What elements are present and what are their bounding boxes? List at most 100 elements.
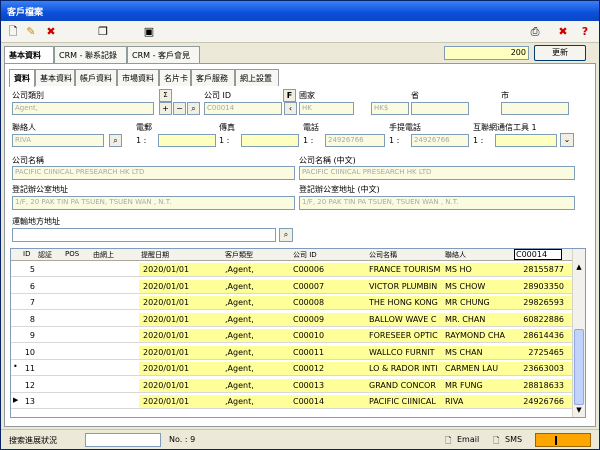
print-icon[interactable]: ⎙	[527, 24, 543, 40]
grid-scrollbar[interactable]: ▲ ▼	[572, 249, 585, 417]
progress-select[interactable]	[85, 433, 161, 447]
col-cert[interactable]: 認証	[38, 250, 52, 260]
delete-icon[interactable]: ✖	[43, 24, 59, 40]
company-name-cn-label: 公司名稱 (中文)	[299, 156, 356, 165]
email-button[interactable]: Email	[457, 435, 479, 444]
table-row[interactable]: 8 2020/01/01 ,Agent, C00009 BALLOW WAVE C MR.…	[11, 312, 573, 327]
subtab-namecard[interactable]: 名片卡	[159, 69, 191, 86]
customer-file-window: 客戶檔案 🗋 ✎ ✖ ❐ ▣ ⎙ ✖ ? 基本資料 CRM - 聯系記錄 CRM…	[0, 0, 600, 450]
cell-company-name: GRAND CONCOR	[369, 380, 436, 390]
col-company-id[interactable]: 公司 ID	[293, 250, 317, 260]
subtab-account[interactable]: 帳戶資料	[75, 69, 117, 86]
company-name-cn-field[interactable]: PACIFIC CIINICAL PRESEARCH HK LTD	[299, 166, 575, 180]
phone-field[interactable]: 24926766	[325, 134, 385, 147]
add-button[interactable]: +	[159, 102, 172, 115]
edit-icon[interactable]: ✎	[23, 24, 39, 40]
close-icon[interactable]: ✖	[555, 24, 571, 40]
scroll-down-icon[interactable]: ▼	[573, 406, 585, 415]
col-pos[interactable]: POS	[65, 250, 79, 258]
contact-search-icon[interactable]: ⌕	[109, 134, 122, 147]
subtab-service[interactable]: 客戶服務	[191, 69, 235, 86]
cell-company-id: C00014	[293, 397, 325, 406]
new-icon[interactable]: 🗋	[5, 24, 21, 40]
sigma-button[interactable]: Σ	[159, 89, 172, 102]
ship-addr-search-icon[interactable]: ⌕	[279, 228, 293, 242]
sms-icon[interactable]: 🗋	[493, 435, 499, 449]
update-button[interactable]: 更新	[534, 45, 586, 61]
cell-company-id: C00008	[293, 298, 325, 307]
table-row[interactable]: 10 2020/01/01 ,Agent, C00011 WALLCO FURNIT MS…	[11, 345, 573, 360]
cell-type: ,Agent,	[225, 364, 254, 373]
cell-id: 9	[29, 331, 35, 340]
table-row[interactable]: 6 2020/01/01 ,Agent, C00007 VICTOR PLUMBIN MS…	[11, 279, 573, 294]
subtab-market[interactable]: 市場資料	[117, 69, 159, 86]
cell-contact: MS HO	[445, 265, 472, 274]
table-row[interactable]: 7 2020/01/01 ,Agent, C00008 THE HONG KONG MR …	[11, 296, 573, 310]
subtab-basic[interactable]: 基本資料	[35, 69, 75, 86]
im-field[interactable]	[495, 134, 557, 147]
subtab-online[interactable]: 網上設置	[235, 69, 279, 86]
city-select[interactable]	[501, 102, 569, 115]
email-field[interactable]	[158, 134, 216, 147]
country-label: 國家	[299, 91, 315, 100]
progress-label: 搜索進展狀況	[9, 436, 57, 445]
col-company-name[interactable]: 公司名稱	[369, 250, 397, 260]
subtab-data[interactable]: 資料	[9, 69, 35, 87]
reg-addr-field[interactable]: 1/F, 20 PAK TIN PA TSUEN, TSUEN WAN , N.…	[12, 196, 295, 210]
cell-company-id: C00012	[293, 364, 325, 373]
table-row[interactable]: • 11 2020/01/01 ,Agent, C00012 LO & RADOR INT…	[11, 362, 573, 376]
cell-company-id: C00009	[293, 314, 325, 324]
company-name-field[interactable]: PACIFIC CIINICAL PRESEARCH HK LTD	[12, 166, 295, 180]
col-id[interactable]: ID	[23, 250, 30, 258]
remove-button[interactable]: −	[173, 102, 186, 115]
cell-date: 2020/01/01	[143, 298, 190, 307]
col-contact[interactable]: 聯絡人	[445, 250, 466, 260]
scroll-up-icon[interactable]: ▲	[573, 263, 585, 272]
cell-id: 11	[24, 364, 35, 373]
currency-select[interactable]: HK$	[371, 102, 409, 115]
cell-company-id: C00006	[293, 265, 325, 274]
col-customer-type[interactable]: 客戶類型	[225, 250, 253, 260]
tab-crm-contact[interactable]: CRM - 聯系記錄	[54, 46, 127, 63]
help-icon[interactable]: ?	[577, 24, 593, 40]
cell-contact: RAYMOND CHA	[445, 331, 505, 340]
country-select[interactable]: HK	[299, 102, 354, 115]
company-id-field[interactable]: C00014	[204, 102, 282, 115]
tab-crm-meeting[interactable]: CRM - 客戶會見	[127, 46, 200, 63]
cell-contact: MS CHOW	[445, 281, 486, 291]
tab-basic[interactable]: 基本資料	[4, 46, 54, 64]
col-online[interactable]: 由網上	[93, 250, 114, 260]
chevron-down-icon[interactable]: ⌄	[560, 133, 574, 147]
reg-addr-cn-field[interactable]: 1/F, 20 PAK TIN PA TSUEN, TSUEN WAN , N.…	[299, 196, 575, 210]
ship-addr-select[interactable]	[12, 228, 276, 242]
table-row[interactable]: 5 2020/01/01 ,Agent, C00006 FRANCE TOURISM MS…	[11, 263, 573, 277]
company-type-select[interactable]: Agent,	[12, 102, 154, 115]
email-icon[interactable]: 🗋	[445, 435, 451, 449]
im-index-label: 1 :	[473, 136, 484, 145]
mobile-field[interactable]: 24926766	[411, 134, 469, 147]
cell-type: ,Agent,	[225, 397, 254, 406]
prev-record-button[interactable]: ‹	[284, 102, 297, 115]
sms-button[interactable]: SMS	[505, 435, 522, 444]
status-bar: 搜索進展狀況 No. : 9 🗋 Email 🗋 SMS	[1, 429, 599, 449]
company-type-label: 公司類別	[12, 91, 44, 100]
province-select[interactable]	[411, 102, 469, 115]
table-row[interactable]: 9 2020/01/01 ,Agent, C00010 FORESEER OPTIC RA…	[11, 329, 573, 343]
company-name-label: 公司名稱	[12, 156, 44, 165]
table-row[interactable]: 12 2020/01/01 ,Agent, C00013 GRAND CONCOR MR …	[11, 378, 573, 393]
f-button[interactable]: F	[283, 89, 296, 102]
scroll-thumb[interactable]	[574, 329, 584, 405]
table-row[interactable]: ▶ 13 2020/01/01 ,Agent, C00014 PACIFIC CIINIC…	[11, 395, 573, 409]
cell-company-name: FRANCE TOURISM	[369, 265, 441, 274]
grid-find-field[interactable]: C00014	[514, 249, 562, 260]
cell-company-id: C00007	[293, 281, 325, 291]
phone-label: 電話	[303, 123, 319, 132]
contact-select[interactable]: RIVA	[12, 134, 104, 147]
cell-company-name: THE HONG KONG	[369, 298, 438, 307]
cell-company-name: VICTOR PLUMBIN	[369, 281, 438, 291]
search-icon[interactable]: ⌕	[187, 102, 200, 115]
export-icon[interactable]: ▣	[141, 24, 157, 40]
col-reminder-date[interactable]: 提醒日期	[141, 250, 169, 260]
copy-icon[interactable]: ❐	[95, 24, 111, 40]
fax-field[interactable]	[241, 134, 299, 147]
